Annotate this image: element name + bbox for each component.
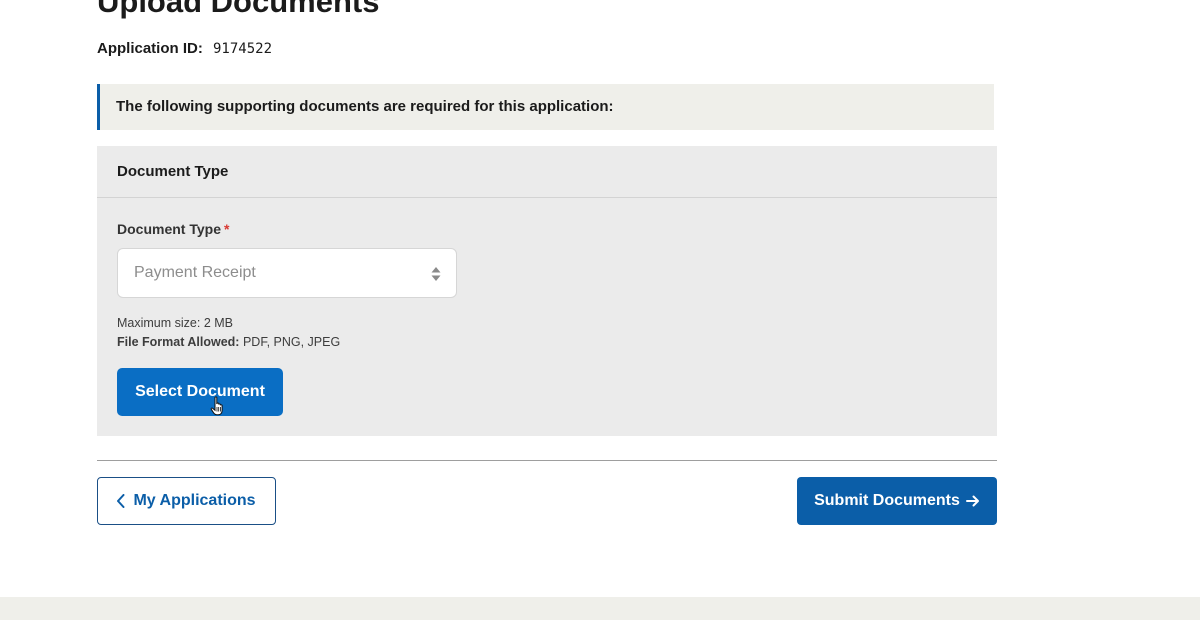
application-id-value: 9174522 xyxy=(213,41,273,57)
document-panel: Document Type Document Type * Payment Rec… xyxy=(97,146,997,436)
document-type-label-text: Document Type xyxy=(117,221,221,237)
arrow-right-icon xyxy=(965,495,980,507)
select-document-button[interactable]: Select Document xyxy=(117,368,283,416)
page-title: Upload Documents xyxy=(97,0,380,19)
document-type-label: Document Type * xyxy=(117,221,229,237)
file-format-hint: File Format Allowed: PDF, PNG, JPEG xyxy=(117,334,340,351)
submit-documents-button[interactable]: Submit Documents xyxy=(797,477,997,525)
required-documents-notice: The following supporting documents are r… xyxy=(97,84,994,130)
footer-band xyxy=(0,597,1200,620)
application-id: Application ID: 9174522 xyxy=(97,39,272,59)
max-size-label: Maximum size: xyxy=(117,316,201,330)
submit-documents-label: Submit Documents xyxy=(814,492,960,509)
document-type-select-value: Payment Receipt xyxy=(134,264,256,281)
page: Upload Documents Application ID: 9174522… xyxy=(0,0,1200,620)
max-size-value: 2 MB xyxy=(203,316,234,330)
section-divider xyxy=(97,460,997,461)
application-id-label: Application ID: xyxy=(97,40,203,57)
max-size-hint: Maximum size: 2 MB xyxy=(117,315,233,332)
file-format-value: PDF, PNG, JPEG xyxy=(242,335,341,349)
file-format-label: File Format Allowed: xyxy=(117,335,240,349)
sort-arrows-icon xyxy=(431,267,441,281)
required-marker: * xyxy=(223,221,230,237)
document-type-select[interactable]: Payment Receipt xyxy=(117,248,457,298)
document-panel-header: Document Type xyxy=(97,146,997,198)
my-applications-button[interactable]: My Applications xyxy=(97,477,276,525)
my-applications-label: My Applications xyxy=(133,492,256,509)
chevron-left-icon xyxy=(117,494,125,508)
